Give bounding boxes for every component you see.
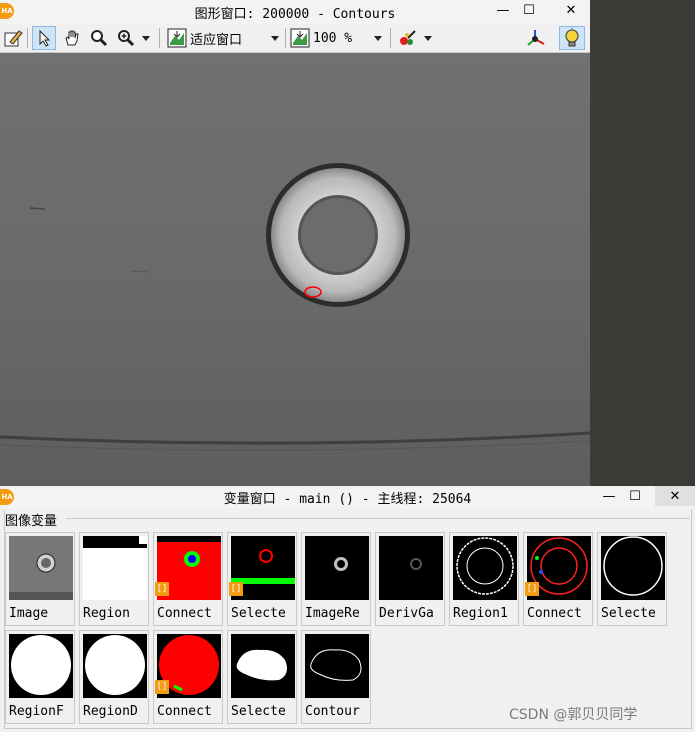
toolbar-separator xyxy=(27,28,28,48)
fit-window-icon xyxy=(166,26,188,50)
array-tag: [] xyxy=(155,680,169,694)
variable-name: Selecte xyxy=(231,606,286,621)
magnifier-icon[interactable] xyxy=(87,26,111,50)
variable-window-title: 变量窗口 - main () - 主线程: 25064 xyxy=(223,492,472,507)
close-button[interactable]: ✕ xyxy=(556,0,586,24)
variable-name: Connect xyxy=(157,606,212,621)
zoom-percent-icon xyxy=(289,26,311,50)
variable-name: Connect xyxy=(157,704,212,719)
variable-tile[interactable]: RegionD xyxy=(79,630,149,724)
variable-name: Contour xyxy=(305,704,360,719)
edit-icon[interactable] xyxy=(2,26,24,50)
variable-tile[interactable]: [] Connect xyxy=(153,532,223,626)
image-variables-label: 图像变量 xyxy=(5,510,62,529)
maximize-button[interactable]: ☐ xyxy=(620,486,650,506)
variable-name: Selecte xyxy=(231,704,286,719)
thumbnail-regionfill xyxy=(9,634,73,698)
toolbar-separator xyxy=(285,28,286,48)
variable-window: HA 变量窗口 - main () - 主线程: 25064 — ☐ ✕ 图像变… xyxy=(0,486,695,732)
thumbnail-regiondifference xyxy=(83,634,147,698)
chevron-down-icon xyxy=(271,36,279,41)
toolbar-separator xyxy=(159,28,160,48)
image-canvas[interactable] xyxy=(0,53,590,486)
array-tag: [] xyxy=(229,582,243,596)
zoom-percent-value: 100 % xyxy=(313,30,353,46)
color-paint-icon[interactable] xyxy=(396,26,420,50)
thumbnail-image xyxy=(9,536,73,600)
variable-tile[interactable]: Contour xyxy=(301,630,371,724)
graphics-toolbar: 适应窗口 100 % xyxy=(0,24,590,53)
thumbnail-imagereduced xyxy=(305,536,369,600)
zoom-in-icon[interactable] xyxy=(114,26,138,50)
variable-name: Connect xyxy=(527,606,582,621)
chevron-down-icon xyxy=(374,36,382,41)
thumbnail-selected xyxy=(231,634,295,698)
washer-image xyxy=(0,53,590,486)
toolbar-separator xyxy=(390,28,391,48)
zoom-mode-value: 适应窗口 xyxy=(190,32,243,48)
thumbnail-region xyxy=(83,536,147,600)
lightbulb-icon[interactable] xyxy=(559,26,585,50)
variable-tile[interactable]: DerivGa xyxy=(375,532,445,626)
3d-axes-icon[interactable] xyxy=(524,26,548,50)
variable-name: RegionF xyxy=(9,704,64,719)
thumbnail-region1 xyxy=(453,536,517,600)
variable-name: Region1 xyxy=(453,606,508,621)
zoom-mode-select[interactable]: 适应窗口 xyxy=(190,26,285,50)
thumbnail-contour xyxy=(305,634,369,698)
variable-name: ImageRe xyxy=(305,606,360,621)
variable-tile[interactable]: [] Connect xyxy=(523,532,593,626)
variable-tile[interactable]: [] Selecte xyxy=(227,532,297,626)
pointer-icon[interactable] xyxy=(32,26,56,50)
zoom-percent-select[interactable]: 100 % xyxy=(313,26,388,50)
variable-window-titlebar[interactable]: HA 变量窗口 - main () - 主线程: 25064 — ☐ ✕ xyxy=(0,486,695,508)
color-dropdown-arrow-icon[interactable] xyxy=(421,26,435,50)
variable-tile[interactable]: RegionF xyxy=(5,630,75,724)
group-divider xyxy=(66,518,690,519)
variable-name: DerivGa xyxy=(379,606,434,621)
thumbnail-derivgauss xyxy=(379,536,443,600)
variable-name: Image xyxy=(9,606,49,621)
variable-tile[interactable]: Image xyxy=(5,532,75,626)
variable-tile[interactable]: [] Connect xyxy=(153,630,223,724)
variable-name: Region xyxy=(83,606,130,621)
zoom-dropdown-arrow-icon[interactable] xyxy=(139,26,153,50)
array-tag: [] xyxy=(155,582,169,596)
variable-tile[interactable]: Region1 xyxy=(449,532,519,626)
graphics-window-titlebar[interactable]: HA 图形窗口: 200000 - Contours — ☐ ✕ xyxy=(0,0,590,25)
variable-tile[interactable]: Region xyxy=(79,532,149,626)
thumbnail-selected xyxy=(601,536,665,600)
close-button[interactable]: ✕ xyxy=(655,486,695,506)
graphics-window: HA 图形窗口: 200000 - Contours — ☐ ✕ 适应窗口 10… xyxy=(0,0,590,486)
background-area xyxy=(590,0,695,486)
variable-tile[interactable]: Selecte xyxy=(597,532,667,626)
variable-tile[interactable]: Selecte xyxy=(227,630,297,724)
watermark: CSDN @郭贝贝同学 xyxy=(509,707,638,723)
maximize-button[interactable]: ☐ xyxy=(514,0,544,24)
hand-pan-icon[interactable] xyxy=(60,26,84,50)
variable-tile[interactable]: ImageRe xyxy=(301,532,371,626)
variable-name: Selecte xyxy=(601,606,656,621)
array-tag: [] xyxy=(525,582,539,596)
variable-name: RegionD xyxy=(83,704,138,719)
